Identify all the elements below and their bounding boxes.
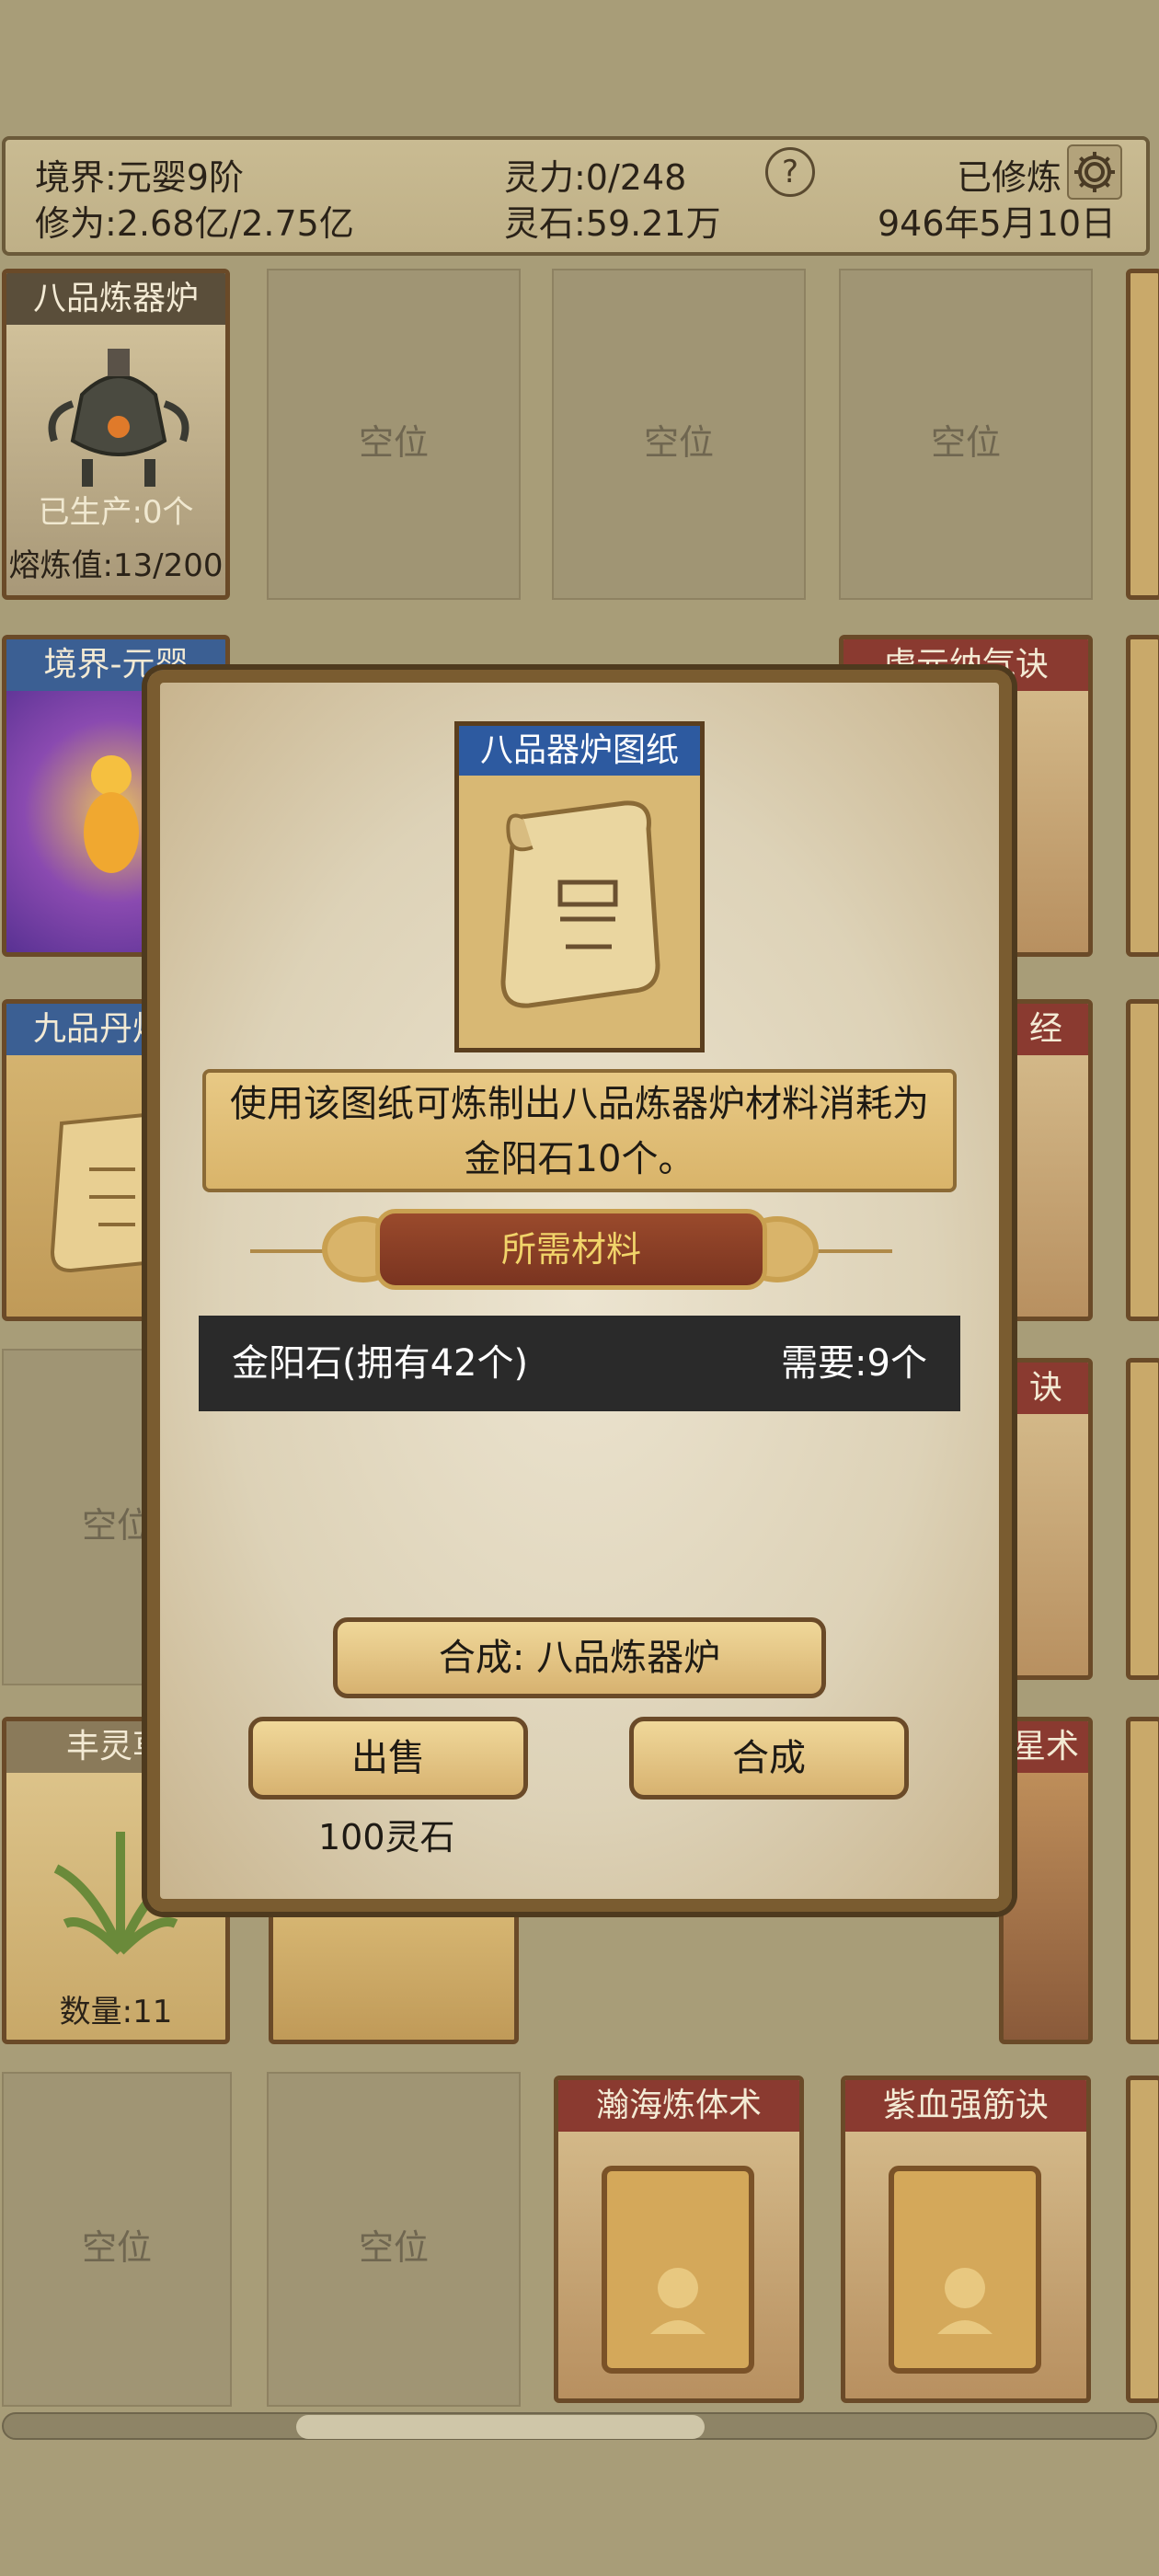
empty-slot[interactable]: 空位	[267, 269, 521, 600]
card-title: 诀	[1004, 1363, 1088, 1414]
craft-target-label: 合成: 八品炼器炉	[333, 1617, 826, 1698]
book-icon	[889, 2166, 1041, 2374]
herb-count: 数量:11	[59, 1994, 173, 2030]
card-title: 紫血强筋诀	[845, 2080, 1086, 2132]
furnace-icon	[48, 349, 189, 487]
material-row: 金阳石(拥有42个) 需要:9个	[199, 1316, 960, 1411]
sell-button[interactable]: 出售	[248, 1717, 528, 1800]
partial-card[interactable]	[1126, 635, 1159, 957]
empty-slot[interactable]: 空位	[839, 269, 1093, 600]
empty-slot[interactable]: 空位	[2, 2072, 232, 2407]
nascent-soul-icon	[84, 755, 139, 873]
settings-button[interactable]	[1067, 144, 1122, 200]
furnace-smelt-value: 熔炼值:13/200	[8, 547, 224, 584]
empty-slot[interactable]: 空位	[552, 269, 806, 600]
blueprint-card[interactable]	[269, 1901, 519, 2044]
partial-card[interactable]	[1126, 999, 1159, 1321]
material-requirement: 需要:9个	[781, 1342, 927, 1385]
craft-button[interactable]: 合成	[629, 1717, 909, 1800]
help-button[interactable]: ?	[765, 147, 815, 197]
partial-card[interactable]	[1126, 1358, 1159, 1680]
skill-book-card[interactable]: 诀	[999, 1358, 1093, 1680]
skill-book-card[interactable]: 经	[999, 999, 1093, 1321]
blueprint-title: 八品器炉图纸	[459, 726, 700, 776]
scroll-icon	[500, 800, 660, 1008]
card-title: 星术	[1004, 1721, 1088, 1773]
blueprint-description: 使用该图纸可炼制出八品炼器炉材料消耗为金阳石10个。	[202, 1069, 957, 1192]
partial-card[interactable]	[1126, 2076, 1159, 2403]
spirit-power-text: 灵力:0/248	[504, 157, 687, 198]
card-title: 瀚海炼体术	[558, 2080, 799, 2132]
scrollbar-thumb[interactable]	[296, 2415, 705, 2439]
skill-book-card[interactable]: 瀚海炼体术	[554, 2076, 804, 2403]
card-title: 八品炼器炉	[6, 273, 225, 325]
material-name: 金阳石(拥有42个)	[232, 1342, 529, 1385]
partial-card[interactable]	[1126, 1717, 1159, 2044]
skill-book-card[interactable]: 紫血强筋诀	[841, 2076, 1091, 2403]
gear-icon	[1074, 152, 1115, 192]
skill-book-card[interactable]: 星术	[999, 1717, 1093, 2044]
book-icon	[602, 2166, 754, 2374]
realm-text: 境界:元婴9阶	[35, 157, 244, 198]
game-date: 946年5月10日	[878, 203, 1117, 244]
card-title: 经	[1004, 1004, 1088, 1055]
furnace-produced: 已生产:0个	[38, 494, 194, 531]
spirit-stone-text: 灵石:59.21万	[504, 203, 721, 244]
materials-header: 所需材料	[375, 1209, 767, 1290]
furnace-card[interactable]: 八品炼器炉 已生产:0个 熔炼值:13/200	[2, 269, 230, 600]
cultivation-text: 修为:2.68亿/2.75亿	[35, 203, 354, 244]
cultivation-status: 已修炼	[957, 157, 1062, 198]
partial-card[interactable]	[1126, 269, 1159, 600]
sell-price: 100灵石	[318, 1817, 455, 1857]
empty-slot[interactable]: 空位	[267, 2072, 521, 2407]
